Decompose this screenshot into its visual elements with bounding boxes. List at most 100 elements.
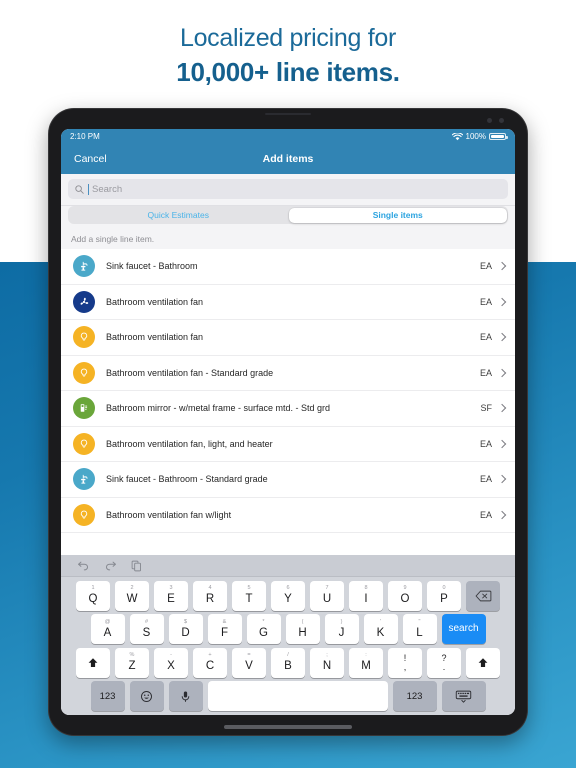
chevron-right-icon [499,403,505,413]
key-g[interactable]: * G [246,614,281,644]
search-key-label: search [448,623,479,634]
item-label: Bathroom ventilation fan, light, and hea… [106,438,273,449]
key-y[interactable]: 6Y [271,580,305,611]
numeric-switch-left-button[interactable]: 123 [90,681,125,711]
backspace-icon[interactable] [466,580,500,611]
key-sub-label: . [442,662,446,672]
table-row[interactable]: Bathroom ventilation fan - Standard grad… [61,355,515,391]
key-main-label: N [322,660,332,672]
segmented-control[interactable]: Quick Estimates Single items [68,206,508,224]
shift-icon[interactable] [76,647,110,678]
key-main-label: W [126,593,138,605]
item-unit: EA [479,509,492,520]
table-row[interactable]: Bathroom ventilation fan w/light EA [61,497,515,533]
key-t[interactable]: 5T [232,580,266,611]
key-z[interactable]: % Z [115,647,149,678]
key-alt-label: + [208,652,212,658]
device-screen: 2:10 PM 100% Cancel Add items Search Qui… [61,129,515,715]
shift-icon[interactable] [466,647,500,678]
key-alt-label: / [287,652,289,658]
key-exclamation-comma[interactable]: !, [388,647,422,678]
search-input[interactable]: Search [68,179,508,199]
tab-single-items[interactable]: Single items [289,207,507,223]
key-alt-label: 9 [403,585,407,591]
key-w[interactable]: 2W [115,580,149,611]
key-main-label: B [284,660,292,672]
key-sub-label: , [403,662,407,672]
key-k[interactable]: ' K [363,614,398,644]
tab-quick-estimates[interactable]: Quick Estimates [70,208,288,223]
chevron-right-icon [499,297,505,307]
key-j[interactable]: ) J [324,614,359,644]
redo-icon[interactable] [104,560,117,571]
camera-dot [499,118,504,123]
key-alt-label: 6 [286,585,290,591]
numeric-switch-right-button[interactable]: 123 [392,681,437,711]
battery-percent-label: 100% [465,132,486,141]
key-e[interactable]: 3E [154,580,188,611]
fan-icon [73,290,95,313]
key-i[interactable]: 8I [349,580,383,611]
key-main-label: L [416,626,423,639]
key-main-label: V [245,660,253,672]
key-q[interactable]: 1Q [76,580,110,611]
key-o[interactable]: 9O [388,580,422,611]
key-m[interactable]: :M [349,647,383,678]
table-row[interactable]: Bathroom ventilation fan, light, and hea… [61,426,515,462]
microphone-icon[interactable] [168,681,203,711]
cancel-button[interactable]: Cancel [61,153,107,165]
key-l[interactable]: " L [402,614,437,644]
item-unit: EA [479,296,492,307]
copy-paste-icon[interactable] [131,560,142,572]
key-a[interactable]: @ A [90,614,125,644]
key-d[interactable]: $ D [168,614,203,644]
undo-icon[interactable] [77,560,90,571]
wifi-icon [451,132,463,140]
key-alt-label: ( [301,618,304,625]
key-p[interactable]: 0P [427,580,461,611]
keyboard-dismiss-icon[interactable] [441,681,486,711]
item-label: Bathroom ventilation fan w/light [106,509,232,520]
emoji-icon[interactable] [129,681,164,711]
key-main-label: P [440,593,448,605]
key-alt-label: - [170,652,172,658]
key-main-label: C [205,660,215,672]
status-bar-indicators: 100% [451,132,508,141]
key-c[interactable]: + C [193,647,227,678]
search-key[interactable]: search [441,614,486,644]
table-row[interactable]: Bathroom ventilation fan EA [61,320,515,356]
key-main-label: A [103,626,112,639]
key-f[interactable]: & F [207,614,242,644]
lightbulb-icon [73,503,95,526]
navigation-bar: Cancel Add items [61,144,515,174]
table-row[interactable]: Bathroom mirror - w/metal frame - surfac… [61,391,515,427]
key-main-label: I [364,593,368,605]
key-s[interactable]: # S [129,614,164,644]
key-b[interactable]: / B [271,647,305,678]
key-main-label: Z [128,660,136,672]
key-question-period[interactable]: ?. [427,647,461,678]
key-u[interactable]: 7U [310,580,344,611]
keyboard-row-1: 1Q 2W 3E 4R 5T 6Y 7U 8I 9O 0P [61,577,515,611]
key-alt-label: 2 [130,585,134,591]
chevron-right-icon [499,474,505,484]
key-x[interactable]: -X [154,647,188,678]
key-alt-label: 3 [169,585,173,591]
item-unit: EA [479,438,492,449]
key-v[interactable]: = V [232,647,266,678]
table-row[interactable]: Sink faucet - Bathroom - Standard grade … [61,462,515,498]
segmented-control-container: Quick Estimates Single items [61,206,515,230]
key-alt-label: ) [340,618,343,625]
key-r[interactable]: 4R [193,580,227,611]
key-n[interactable]: ; N [310,647,344,678]
space-key[interactable] [207,681,388,711]
table-row[interactable]: Sink faucet - Bathroom EA [61,249,515,285]
chevron-right-icon [499,368,505,378]
table-row[interactable]: Bathroom ventilation fan EA [61,284,515,320]
key-h[interactable]: (H [285,614,320,644]
faucet-icon [73,468,95,491]
key-main-label: F [220,626,229,639]
key-main-label: K [376,626,385,639]
keyboard-row-3: % Z -X + C = V / B ; N :M !, ?. [61,644,515,678]
item-unit: EA [479,332,492,343]
